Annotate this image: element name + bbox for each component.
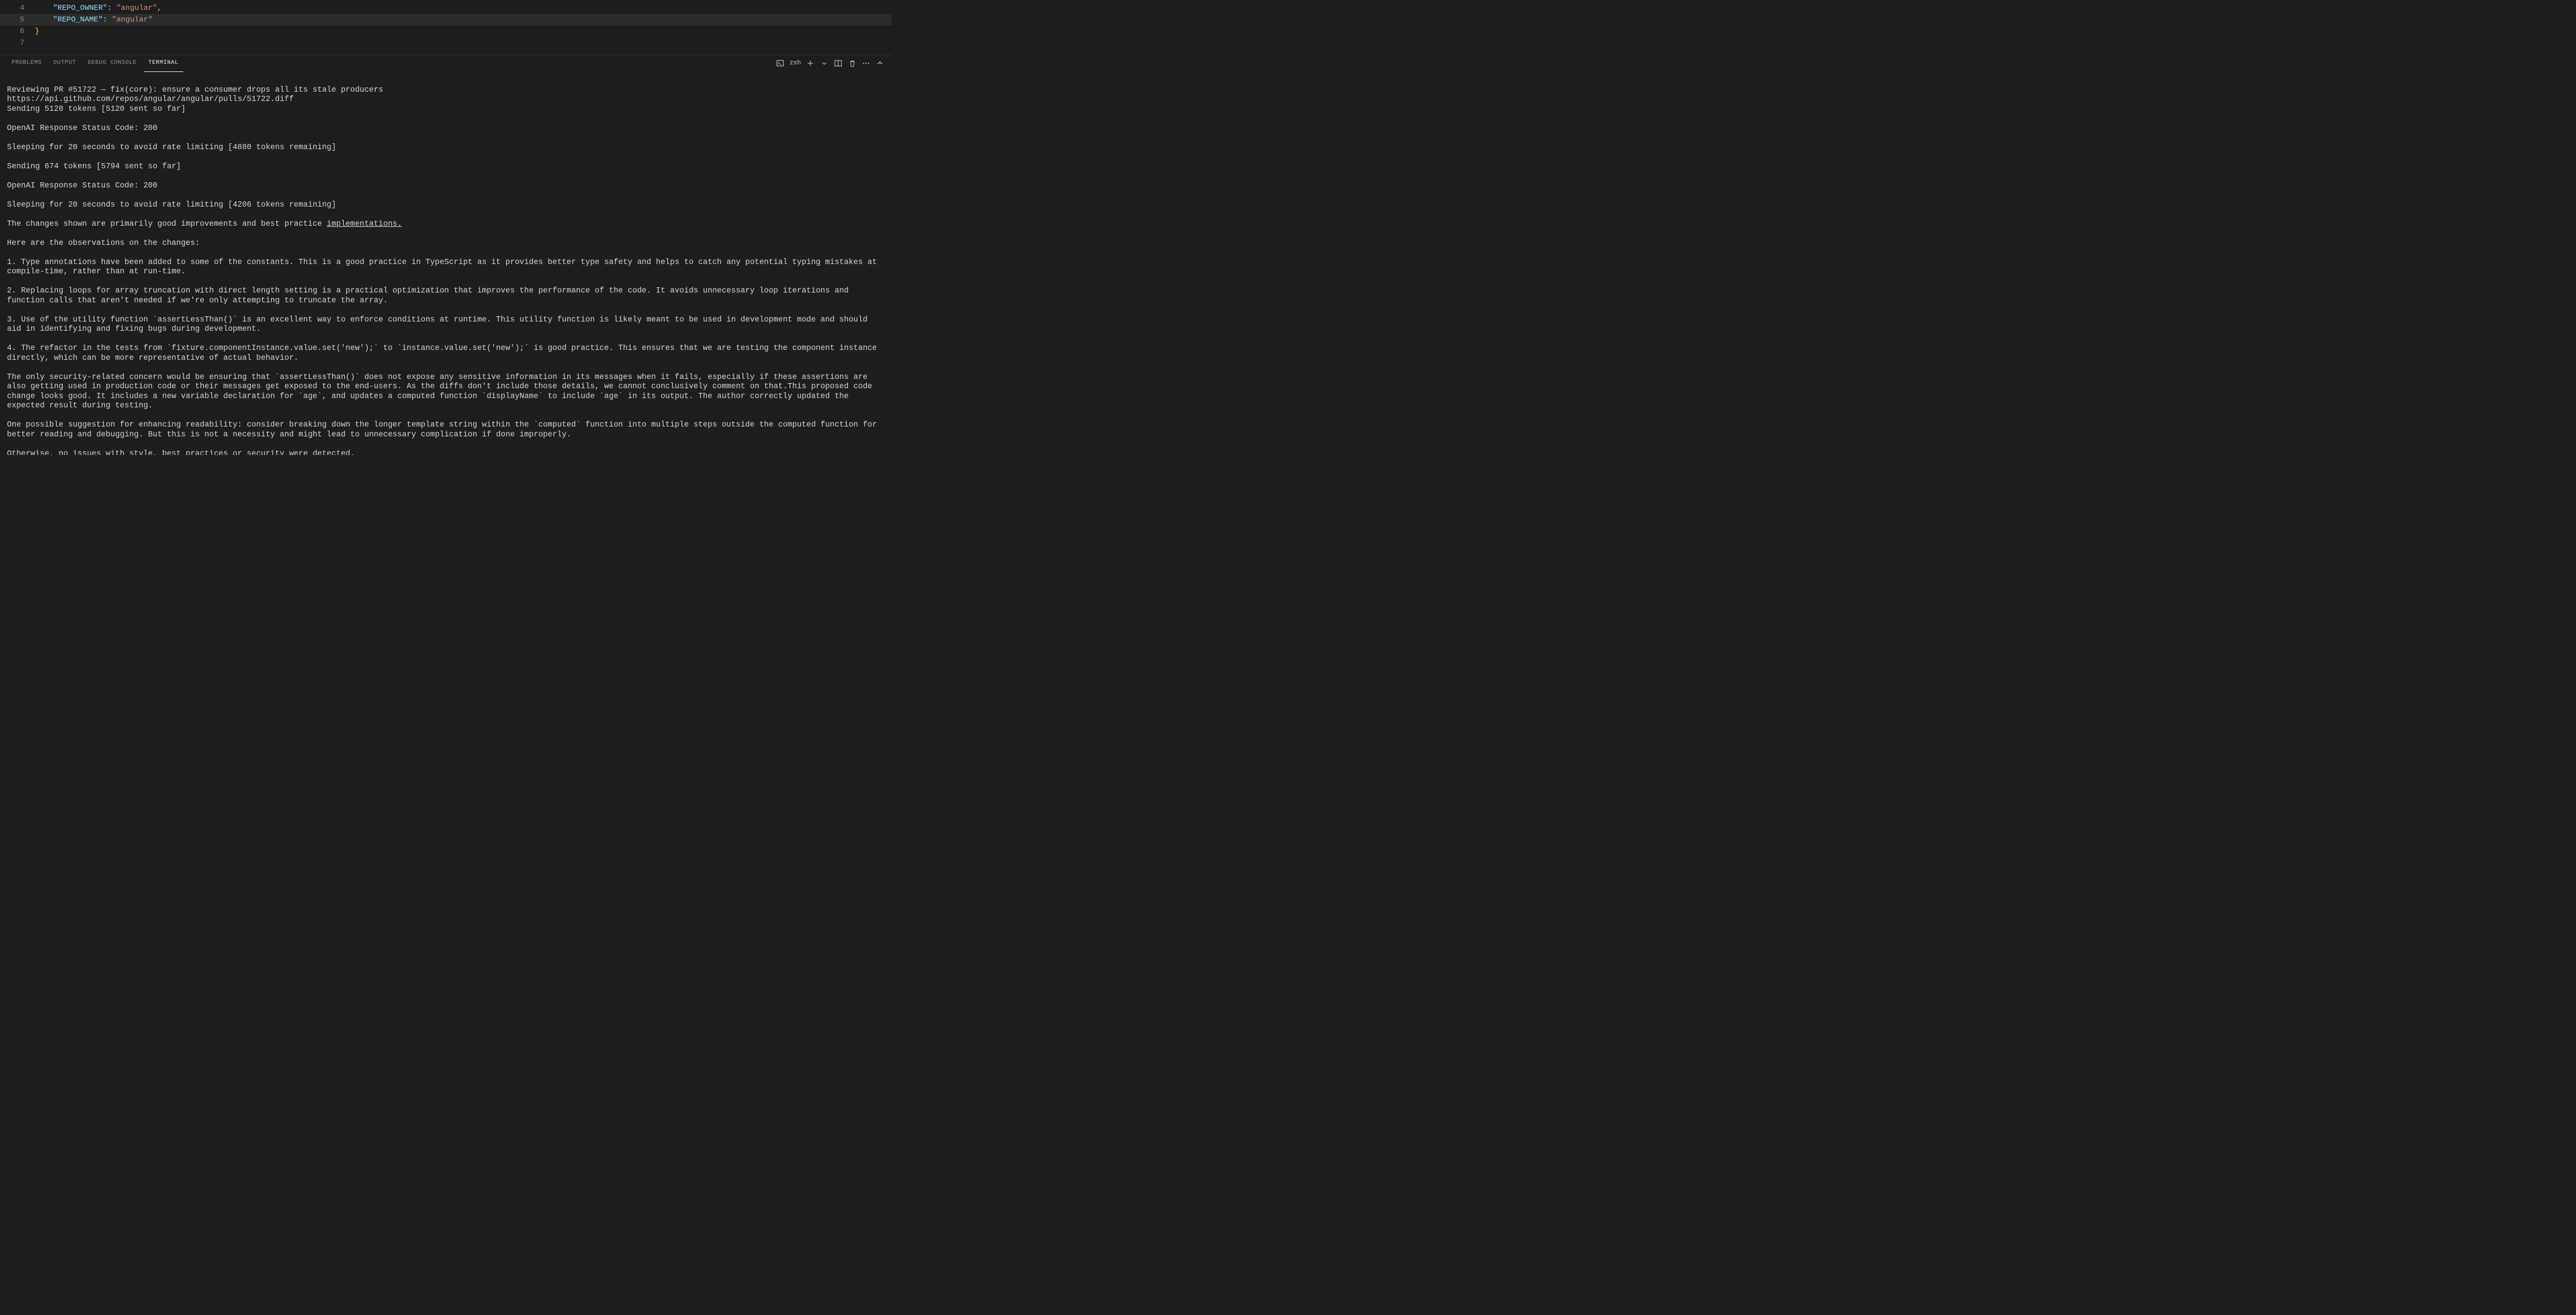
maximize-panel-icon[interactable]	[875, 59, 885, 68]
tab-debug-console[interactable]: DEBUG CONSOLE	[83, 55, 142, 71]
terminal-line: Sleeping for 20 seconds to avoid rate li…	[7, 201, 336, 209]
line-number: 4	[0, 2, 35, 14]
more-icon[interactable]	[861, 59, 871, 68]
tab-problems[interactable]: PROBLEMS	[7, 55, 46, 71]
line-number: 5	[0, 14, 35, 26]
terminal-line: https://api.github.com/repos/angular/ang…	[7, 95, 294, 104]
terminal-line: Sending 5120 tokens [5120 sent so far]	[7, 105, 186, 114]
terminal-shell-icon[interactable]	[775, 59, 785, 68]
code-line[interactable]: 7	[0, 37, 892, 49]
terminal-line: One possible suggestion for enhancing re…	[7, 421, 882, 439]
terminal-line: 3. Use of the utility function `assertLe…	[7, 316, 872, 334]
code-line[interactable]: 6}	[0, 26, 892, 37]
terminal-line: 2. Replacing loops for array truncation …	[7, 287, 853, 305]
tab-output[interactable]: OUTPUT	[49, 55, 81, 71]
code-line[interactable]: 5 "REPO_NAME": "angular"	[0, 14, 892, 26]
terminal-line: OpenAI Response Status Code: 200	[7, 182, 157, 190]
line-number: 6	[0, 26, 35, 37]
trash-icon[interactable]	[847, 59, 857, 68]
bottom-panel: PROBLEMS OUTPUT DEBUG CONSOLE TERMINAL z…	[0, 55, 892, 455]
terminal-line: The changes shown are primarily good imp…	[7, 220, 402, 229]
code-editor[interactable]: 4 "REPO_OWNER": "angular",5 "REPO_NAME":…	[0, 0, 892, 55]
terminal[interactable]: Reviewing PR #51722 — fix(core): ensure …	[0, 71, 892, 455]
chevron-down-icon[interactable]	[820, 59, 829, 68]
line-number: 7	[0, 37, 35, 49]
terminal-line: Otherwise, no issues with style, best pr…	[7, 450, 355, 456]
terminal-line: Reviewing PR #51722 — fix(core): ensure …	[7, 86, 383, 95]
code-content[interactable]: }	[35, 26, 892, 37]
shell-name: zsh	[789, 60, 801, 67]
terminal-line: Here are the observations on the changes…	[7, 239, 200, 248]
terminal-line: The only security-related concern would …	[7, 373, 877, 411]
terminal-line: 1. Type annotations have been added to s…	[7, 258, 882, 277]
terminal-line: Sleeping for 20 seconds to avoid rate li…	[7, 143, 336, 152]
panel-actions: zsh	[775, 59, 885, 68]
terminal-line: Sending 674 tokens [5794 sent so far]	[7, 162, 181, 171]
terminal-line: OpenAI Response Status Code: 200	[7, 124, 157, 133]
code-line[interactable]: 4 "REPO_OWNER": "angular",	[0, 2, 892, 14]
terminal-line: 4. The refactor in the tests from `fixtu…	[7, 344, 882, 363]
new-terminal-icon[interactable]	[806, 59, 815, 68]
code-content[interactable]	[35, 37, 892, 49]
code-content[interactable]: "REPO_NAME": "angular"	[35, 14, 892, 26]
tab-terminal[interactable]: TERMINAL	[144, 55, 183, 72]
panel-tabs: PROBLEMS OUTPUT DEBUG CONSOLE TERMINAL z…	[0, 55, 892, 71]
code-content[interactable]: "REPO_OWNER": "angular",	[35, 2, 892, 14]
split-terminal-icon[interactable]	[834, 59, 843, 68]
